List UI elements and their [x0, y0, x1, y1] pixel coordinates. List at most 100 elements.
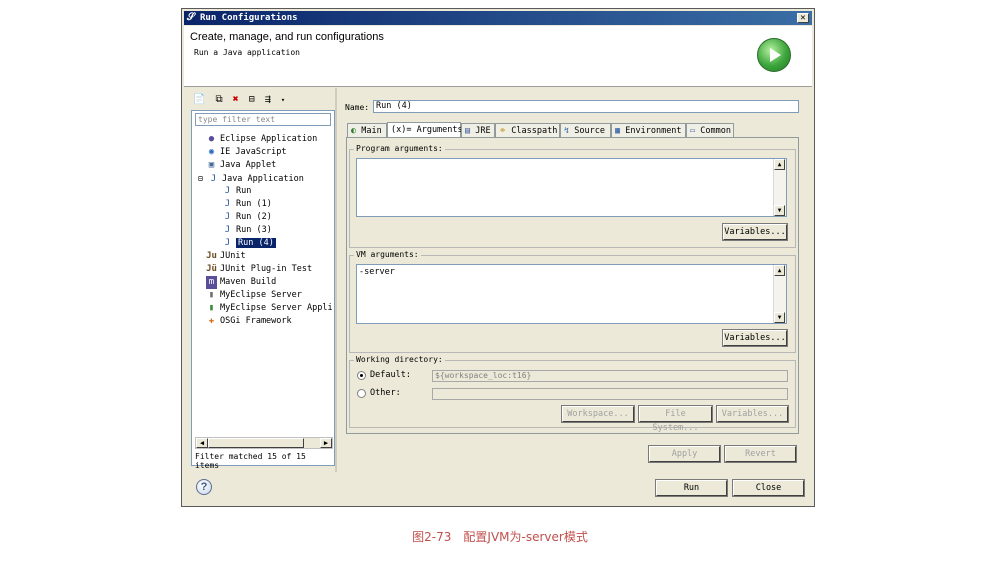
filter-status: Filter matched 15 of 15 items — [195, 452, 306, 470]
scroll-up-icon[interactable]: ▲ — [774, 159, 785, 170]
program-arguments-label: Program arguments: — [354, 144, 445, 153]
tab-main[interactable]: ◐ Main — [347, 123, 387, 137]
filter-input[interactable]: type filter text — [195, 113, 331, 126]
apply-button[interactable]: Apply — [648, 445, 721, 463]
tab-label: Common — [700, 126, 731, 136]
close-button[interactable]: Close — [732, 479, 805, 497]
window-title: Run Configurations — [200, 13, 298, 23]
figure-caption: 图2-73 配置JVM为-server模式 — [412, 530, 588, 544]
other-label: Other: — [370, 388, 401, 398]
junit-icon: Ju — [206, 251, 217, 261]
tab-environment[interactable]: ▦ Environment — [611, 123, 686, 137]
scroll-right-icon[interactable]: ▶ — [320, 438, 332, 448]
run-configurations-dialog: 𝒮 Run Configurations ✕ Create, manage, a… — [181, 8, 815, 507]
header-title: Create, manage, and run configurations — [190, 31, 384, 43]
vm-args-scrollbar[interactable]: ▲ ▼ — [773, 265, 786, 323]
java-run-icon: J — [224, 199, 231, 209]
vm-variables-button[interactable]: Variables... — [722, 329, 788, 347]
tree-item-run-1[interactable]: J Run (1) — [222, 198, 272, 211]
tree-item-junit[interactable]: Ju JUnit — [206, 250, 246, 263]
tab-jre[interactable]: ▤ JRE — [461, 123, 495, 137]
tab-label: JRE — [475, 126, 491, 136]
program-arguments-group: Program arguments: ▲ ▼ Variables... — [349, 144, 796, 248]
java-run-icon: J — [224, 212, 231, 222]
workdir-variables-button[interactable]: Variables... — [716, 405, 789, 423]
tree-item-ie-javascript[interactable]: ◉ IE JavaScript — [206, 146, 287, 159]
tree-horizontal-scrollbar[interactable]: ◀ ▶ — [195, 437, 333, 449]
new-config-icon[interactable]: 📄 — [193, 94, 205, 105]
vm-arguments-input[interactable]: -server — [356, 264, 787, 324]
other-radio[interactable] — [357, 389, 366, 398]
default-label: Default: — [370, 370, 411, 380]
junit-plugin-icon: Jü — [206, 264, 217, 274]
main-tab-icon: ◐ — [351, 126, 357, 136]
run-button[interactable]: Run — [655, 479, 728, 497]
tree-item-run-2[interactable]: J Run (2) — [222, 211, 272, 224]
file-system-button[interactable]: File System... — [638, 405, 713, 433]
java-run-icon: J — [224, 238, 231, 248]
tree-label-selected: Run (4) — [236, 238, 276, 248]
java-run-icon: J — [224, 225, 231, 235]
tree-item-myeclipse-server[interactable]: ▮ MyEclipse Server — [206, 289, 302, 302]
scroll-up-icon[interactable]: ▲ — [774, 265, 785, 276]
eclipse-icon: ● — [208, 134, 215, 144]
help-icon[interactable]: ? — [196, 479, 212, 495]
tree-item-run-4[interactable]: J Run (4) — [222, 237, 276, 250]
tab-common[interactable]: ▭ Common — [686, 123, 734, 137]
jre-icon: ▤ — [465, 126, 471, 136]
tree-label: OSGi Framework — [220, 316, 292, 326]
tree-item-myeclipse-server-appli[interactable]: ▮ MyEclipse Server Appli — [206, 302, 333, 315]
program-args-scrollbar[interactable]: ▲ ▼ — [773, 159, 786, 216]
tree-item-java-applet[interactable]: ▣ Java Applet — [206, 159, 277, 172]
scroll-left-icon[interactable]: ◀ — [196, 438, 208, 448]
tree-item-run[interactable]: J Run — [222, 185, 252, 198]
environment-icon: ▦ — [615, 126, 621, 136]
tree-item-eclipse-application[interactable]: ● Eclipse Application — [206, 133, 317, 146]
program-arguments-input[interactable] — [356, 158, 787, 217]
working-directory-label: Working directory: — [354, 355, 445, 364]
dialog-header: Create, manage, and run configurations R… — [184, 26, 812, 87]
tree-label: Java Application — [221, 174, 304, 184]
server-icon: ▮ — [208, 290, 215, 300]
working-directory-group: Working directory: Default: ${workspace_… — [349, 355, 796, 433]
panel-splitter[interactable] — [335, 88, 337, 472]
tree-label: MyEclipse Server Appli — [220, 303, 333, 313]
tree-label: Run (1) — [236, 199, 272, 209]
tree-item-run-3[interactable]: J Run (3) — [222, 224, 272, 237]
delete-config-icon[interactable]: ✖ — [233, 94, 239, 105]
name-input[interactable]: Run (4) — [373, 100, 799, 113]
server-app-icon: ▮ — [208, 303, 215, 313]
program-variables-button[interactable]: Variables... — [722, 223, 788, 241]
tab-label: Main — [361, 126, 382, 136]
dropdown-arrow-icon[interactable]: ▾ — [281, 96, 285, 104]
java-app-icon: J — [210, 174, 217, 184]
scroll-down-icon[interactable]: ▼ — [774, 312, 785, 323]
tab-source[interactable]: ↯ Source — [560, 123, 611, 137]
default-radio[interactable] — [357, 371, 366, 380]
tree-label: Run (2) — [236, 212, 272, 222]
workspace-button[interactable]: Workspace... — [561, 405, 635, 423]
tree-item-maven-build[interactable]: m Maven Build — [206, 276, 276, 289]
revert-button[interactable]: Revert — [724, 445, 797, 463]
tree-item-java-application[interactable]: ⊟ J Java Application — [198, 172, 304, 185]
tab-label: Classpath — [511, 126, 558, 136]
collapse-all-icon[interactable]: ⊟ — [249, 94, 255, 105]
arguments-tab-content: Program arguments: ▲ ▼ Variables... VM a… — [346, 137, 799, 434]
applet-icon: ▣ — [208, 160, 215, 170]
title-bar[interactable]: 𝒮 Run Configurations ✕ — [184, 11, 812, 25]
scroll-down-icon[interactable]: ▼ — [774, 205, 785, 216]
tree-label: MyEclipse Server — [220, 290, 302, 300]
duplicate-config-icon[interactable]: ⧉ — [215, 94, 222, 105]
tab-classpath[interactable]: ⚭ Classpath — [495, 123, 560, 137]
osgi-icon: ✚ — [208, 316, 215, 326]
filter-config-icon[interactable]: ⇶ — [265, 94, 271, 105]
name-label: Name: — [345, 103, 370, 112]
scroll-thumb[interactable] — [208, 438, 304, 448]
tree-item-osgi-framework[interactable]: ✚ OSGi Framework — [206, 315, 292, 328]
close-icon[interactable]: ✕ — [797, 13, 809, 23]
header-subtitle: Run a Java application — [194, 48, 300, 57]
tab-arguments[interactable]: (x)= Arguments — [387, 122, 463, 138]
collapse-toggle-icon[interactable]: ⊟ — [198, 174, 203, 183]
tree-item-junit-plugin-test[interactable]: Jü JUnit Plug-in Test — [206, 263, 312, 276]
tree-label: Run (3) — [236, 225, 272, 235]
